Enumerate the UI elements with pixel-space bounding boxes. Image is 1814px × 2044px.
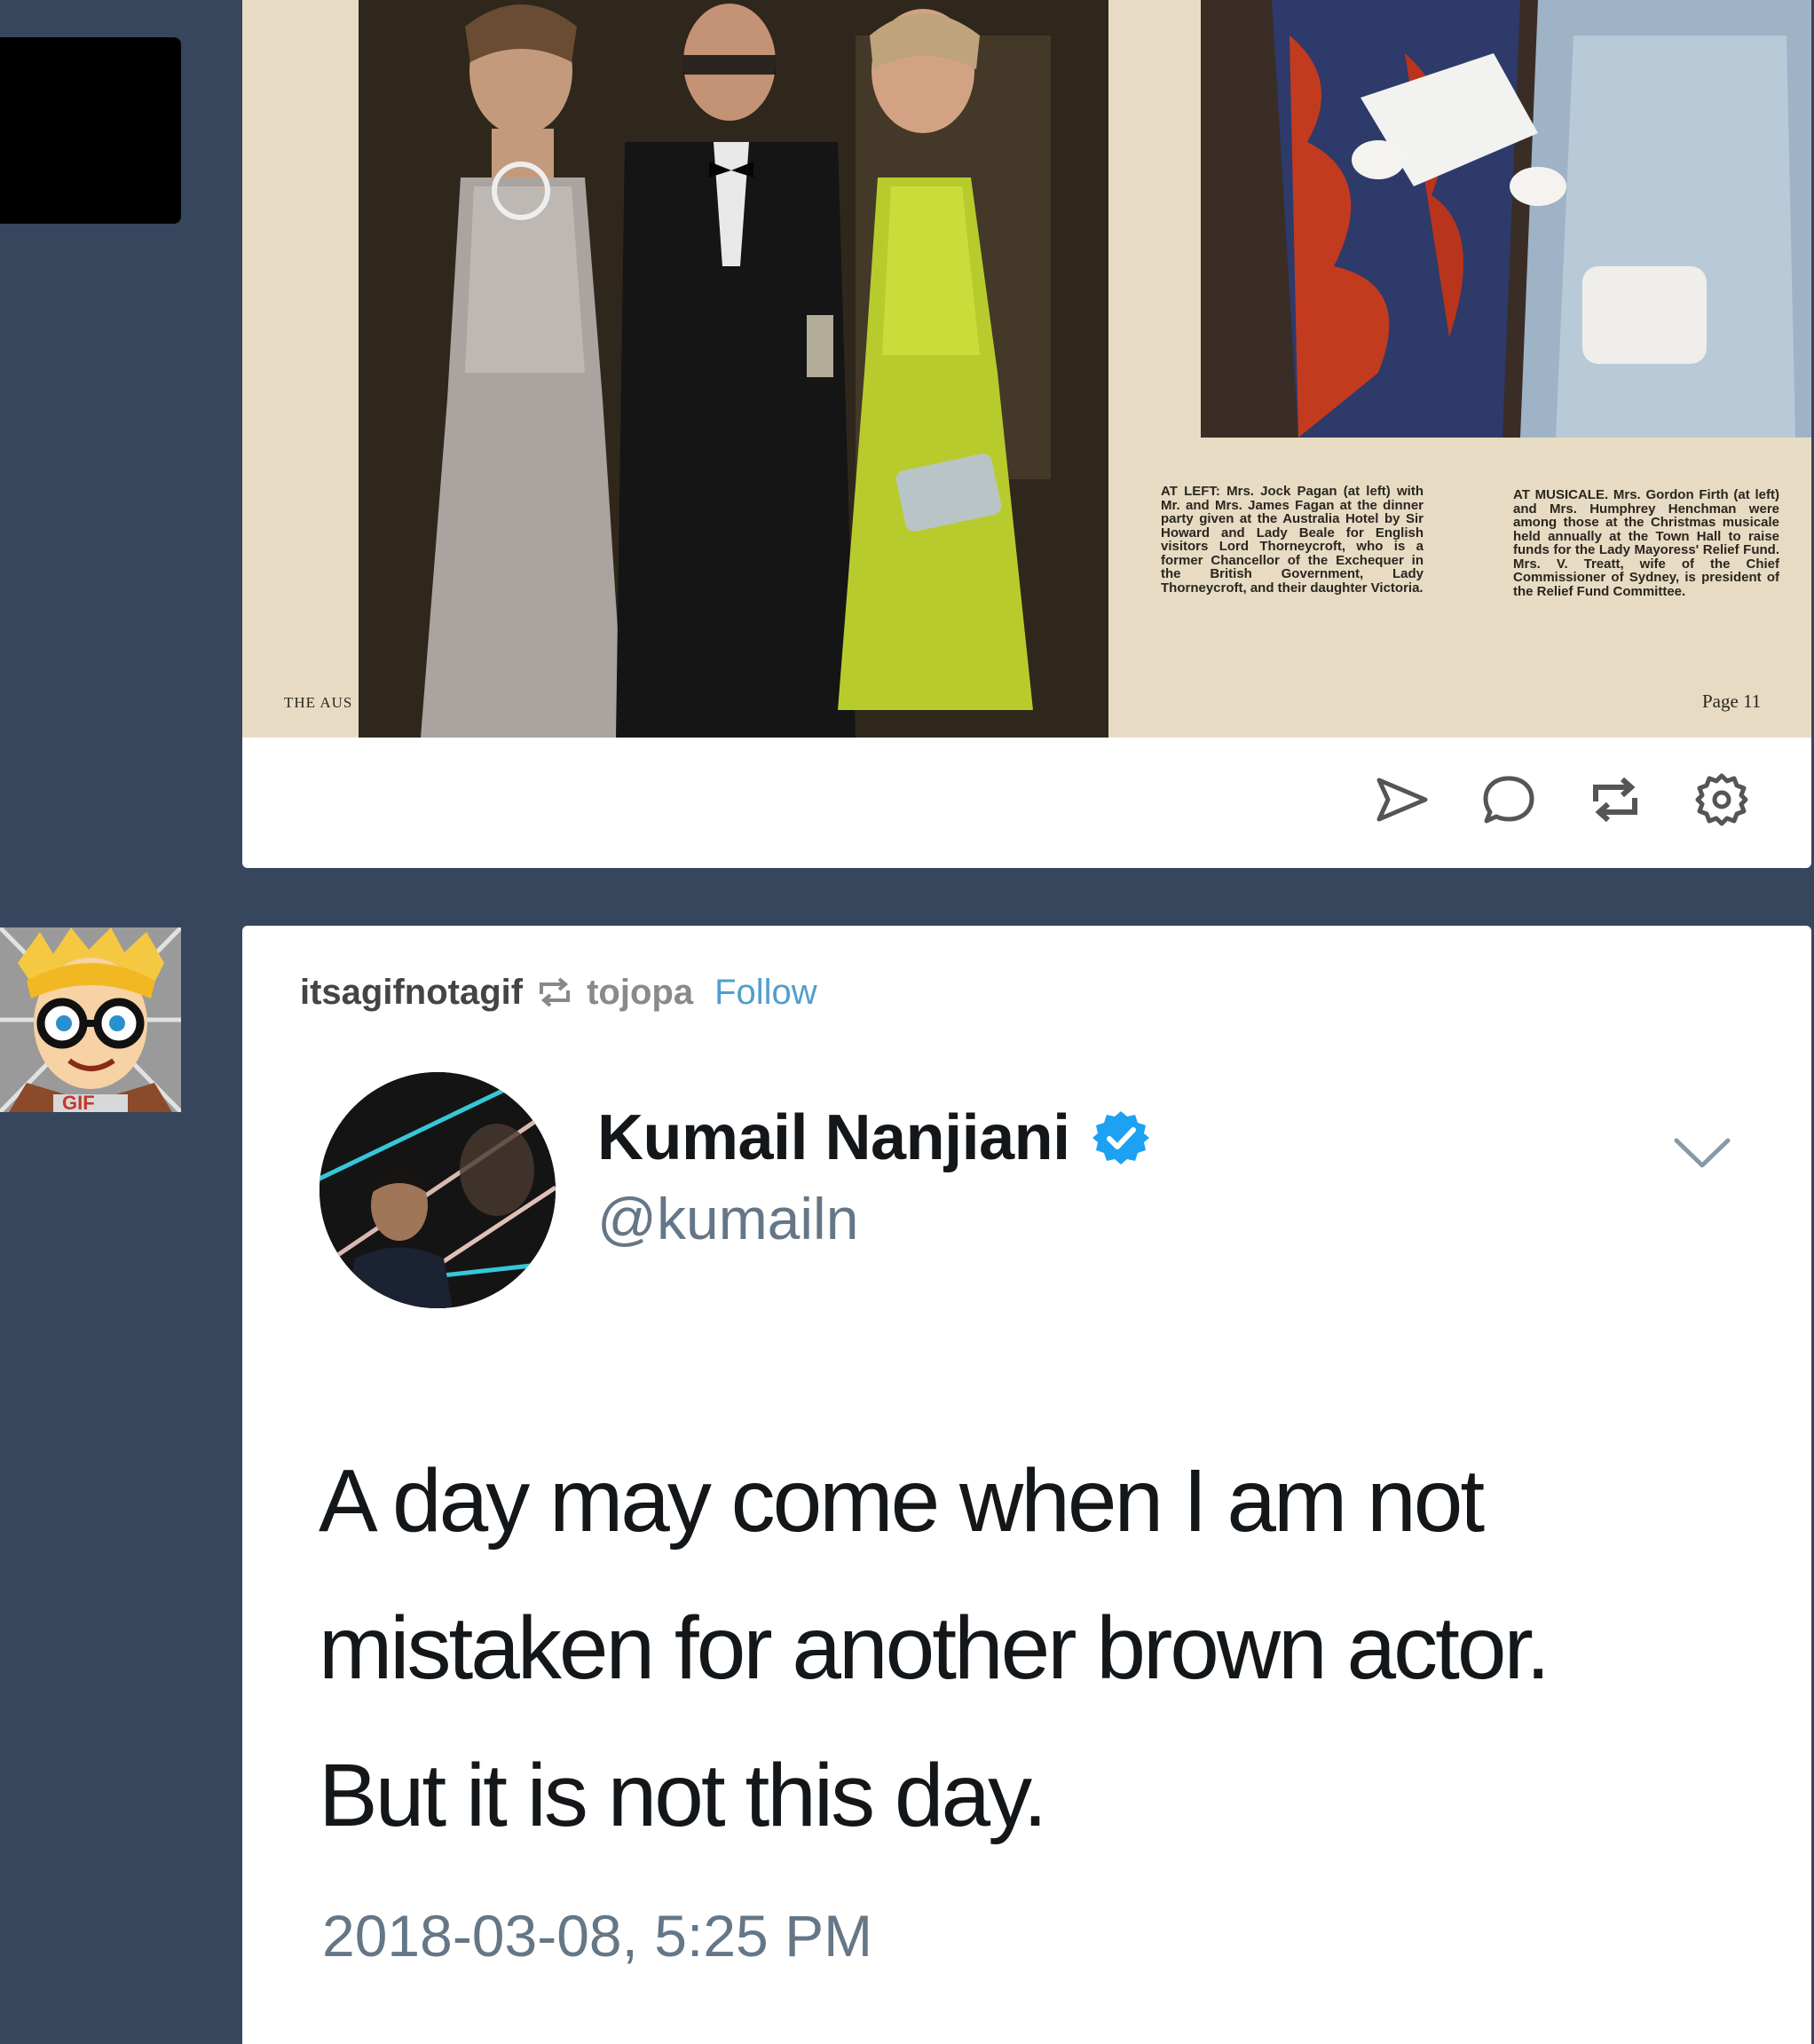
follow-button[interactable]: Follow xyxy=(714,973,817,1013)
cartoon-avatar-image: GIF xyxy=(0,927,181,1112)
caption-left: AT LEFT: Mrs. Jock Pagan (at left) with … xyxy=(1161,484,1424,596)
comment-icon xyxy=(1483,776,1534,824)
blog-avatar-redacted[interactable] xyxy=(0,37,181,224)
post-actions xyxy=(1375,772,1749,827)
reblog-icon xyxy=(1593,777,1637,823)
tweet-profile-avatar xyxy=(319,1072,556,1308)
reblog-button[interactable] xyxy=(1588,772,1643,827)
photo-three-people xyxy=(359,0,1108,738)
magazine-page-image: AT LEFT: Mrs. Jock Pagan (at left) with … xyxy=(242,0,1811,738)
chevron-down-icon xyxy=(1671,1132,1733,1176)
caption-right: AT MUSICALE. Mrs. Gordon Firth (at left)… xyxy=(1513,487,1779,599)
settings-icon xyxy=(1695,773,1748,826)
comment-button[interactable] xyxy=(1481,772,1536,827)
reblog-indicator-icon xyxy=(537,976,572,1008)
tweet-line: A day may come when I am not xyxy=(319,1451,1485,1551)
tweet-body: A day may come when I am not mistaken fo… xyxy=(319,1427,1774,1869)
settings-button[interactable] xyxy=(1694,772,1749,827)
magazine-footer: THE AUS xyxy=(284,694,353,711)
photo-two-women xyxy=(1201,0,1811,438)
post-header: itsagifnotagif tojopa Follow xyxy=(300,970,817,1014)
send-button[interactable] xyxy=(1375,772,1430,827)
tweet-author-name: Kumail Nanjiani xyxy=(597,1101,1150,1174)
tweet-timestamp: 2018-03-08, 5:25 PM xyxy=(322,1903,873,1969)
post-magazine-scan: AT LEFT: Mrs. Jock Pagan (at left) with … xyxy=(242,0,1811,868)
tweet-author-handle: @kumailn xyxy=(597,1186,859,1251)
tweet-line: mistaken for another brown actor. xyxy=(319,1598,1550,1698)
gif-badge-text: GIF xyxy=(62,1092,95,1112)
post-tweet-screenshot: itsagifnotagif tojopa Follow Kumail Nanj… xyxy=(242,926,1811,2044)
reblog-source-link[interactable]: tojopa xyxy=(587,973,693,1013)
page-number: Page 11 xyxy=(1702,691,1762,712)
tweet-line: But it is not this day. xyxy=(319,1746,1047,1845)
tweet-author-name-text: Kumail Nanjiani xyxy=(597,1102,1070,1173)
post-author-link[interactable]: itsagifnotagif xyxy=(300,973,523,1013)
verified-badge-icon xyxy=(1092,1109,1150,1167)
send-icon xyxy=(1376,777,1428,822)
blog-avatar-itsagifnotagif[interactable]: GIF xyxy=(0,927,181,1112)
